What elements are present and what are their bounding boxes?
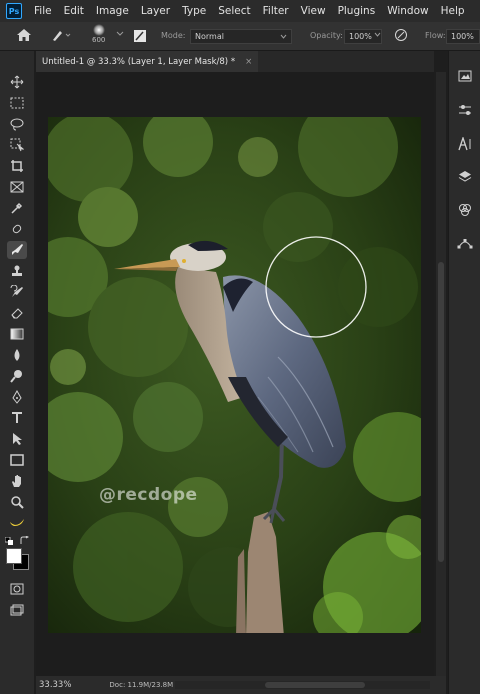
default-colors-icon[interactable] <box>4 536 13 548</box>
flow-label: Flow: <box>425 31 446 40</box>
mode-label: Mode: <box>161 31 186 40</box>
gradient-icon[interactable] <box>7 325 27 343</box>
vertical-scrollbar[interactable] <box>436 72 446 676</box>
path-select-icon[interactable] <box>7 430 27 448</box>
eyedropper-icon[interactable] <box>7 199 27 217</box>
menu-select[interactable]: Select <box>212 5 256 17</box>
menu-view[interactable]: View <box>295 5 332 17</box>
zoom-icon[interactable] <box>7 493 27 511</box>
marquee-icon[interactable] <box>7 94 27 112</box>
document-tab-bar: Untitled-1 @ 33.3% (Layer 1, Layer Mask/… <box>36 51 434 72</box>
character-icon[interactable] <box>456 135 474 153</box>
mode-select[interactable]: Normal <box>190 29 292 44</box>
frame-icon[interactable] <box>7 178 27 196</box>
move-icon[interactable] <box>7 73 27 91</box>
pen-icon[interactable] <box>7 388 27 406</box>
chevron-down-icon[interactable] <box>374 32 381 37</box>
vertical-scrollbar-thumb[interactable] <box>438 262 444 562</box>
zoom-level[interactable]: 33.33% <box>39 680 71 690</box>
options-bar: 600 Mode: Normal Opacity: 100% Flow: 100… <box>0 22 480 51</box>
hand-icon[interactable] <box>7 472 27 490</box>
chevron-down-icon[interactable] <box>116 31 124 37</box>
menu-type[interactable]: Type <box>176 5 212 17</box>
pressure-opacity-icon[interactable] <box>394 28 408 42</box>
document-tab[interactable]: Untitled-1 @ 33.3% (Layer 1, Layer Mask/… <box>36 51 259 72</box>
object-select-icon[interactable] <box>7 136 27 154</box>
menu-file[interactable]: File <box>28 5 58 17</box>
type-icon[interactable] <box>7 409 27 427</box>
banana-icon[interactable] <box>7 514 27 532</box>
rectangle-icon[interactable] <box>7 451 27 469</box>
watermark-text: @recdope <box>99 485 198 505</box>
horizontal-scrollbar[interactable] <box>175 681 430 689</box>
crop-icon[interactable] <box>7 157 27 175</box>
brush-preset-icon[interactable] <box>50 28 72 42</box>
flow-field[interactable]: 100% <box>446 29 480 44</box>
screen-mode-icon[interactable] <box>7 601 27 619</box>
brush-size-value: 600 <box>92 36 106 44</box>
home-icon[interactable] <box>16 28 32 42</box>
swap-colors-icon[interactable] <box>20 535 30 548</box>
menu-help[interactable]: Help <box>435 5 471 17</box>
menu-layer[interactable]: Layer <box>135 5 176 17</box>
opacity-value: 100% <box>349 32 372 41</box>
menu-filter[interactable]: Filter <box>257 5 295 17</box>
blur-icon[interactable] <box>7 346 27 364</box>
menu-bar: Ps File Edit Image Layer Type Select Fil… <box>0 0 480 22</box>
menu-plugins[interactable]: Plugins <box>332 5 382 17</box>
chevron-down-icon <box>280 34 287 39</box>
brush-size-picker[interactable]: 600 <box>92 24 105 44</box>
document-tab-title: Untitled-1 @ 33.3% (Layer 1, Layer Mask/… <box>42 56 236 67</box>
eraser-icon[interactable] <box>7 304 27 322</box>
clone-stamp-icon[interactable] <box>7 262 27 280</box>
dodge-icon[interactable] <box>7 367 27 385</box>
document-canvas-image[interactable]: @recdope <box>48 117 421 633</box>
flow-value: 100% <box>451 32 474 41</box>
heron-photo <box>48 117 421 633</box>
healing-brush-icon[interactable] <box>7 220 27 238</box>
menu-image[interactable]: Image <box>90 5 135 17</box>
layers-icon[interactable] <box>456 168 474 186</box>
horizontal-scrollbar-thumb[interactable] <box>265 682 365 688</box>
mode-value: Normal <box>195 32 224 41</box>
brush-settings-icon[interactable] <box>133 29 147 43</box>
paths-icon[interactable] <box>456 234 474 252</box>
channels-icon[interactable] <box>456 201 474 219</box>
menu-edit[interactable]: Edit <box>58 5 90 17</box>
image-panel-icon[interactable] <box>456 67 474 85</box>
lasso-icon[interactable] <box>7 115 27 133</box>
tools-panel <box>0 51 34 694</box>
document-size: Doc: 11.9M/23.8M <box>109 681 174 689</box>
opacity-label: Opacity: <box>310 31 343 40</box>
brush-tip-icon <box>92 24 105 36</box>
close-icon[interactable]: × <box>245 57 252 67</box>
menu-window[interactable]: Window <box>381 5 434 17</box>
photoshop-logo[interactable]: Ps <box>6 3 22 19</box>
adjustments-icon[interactable] <box>456 101 474 119</box>
quick-mask-icon[interactable] <box>7 580 27 598</box>
brush-icon[interactable] <box>7 241 27 259</box>
foreground-color-swatch[interactable] <box>6 548 22 564</box>
history-brush-icon[interactable] <box>7 283 27 301</box>
right-panel-dock <box>448 51 480 694</box>
